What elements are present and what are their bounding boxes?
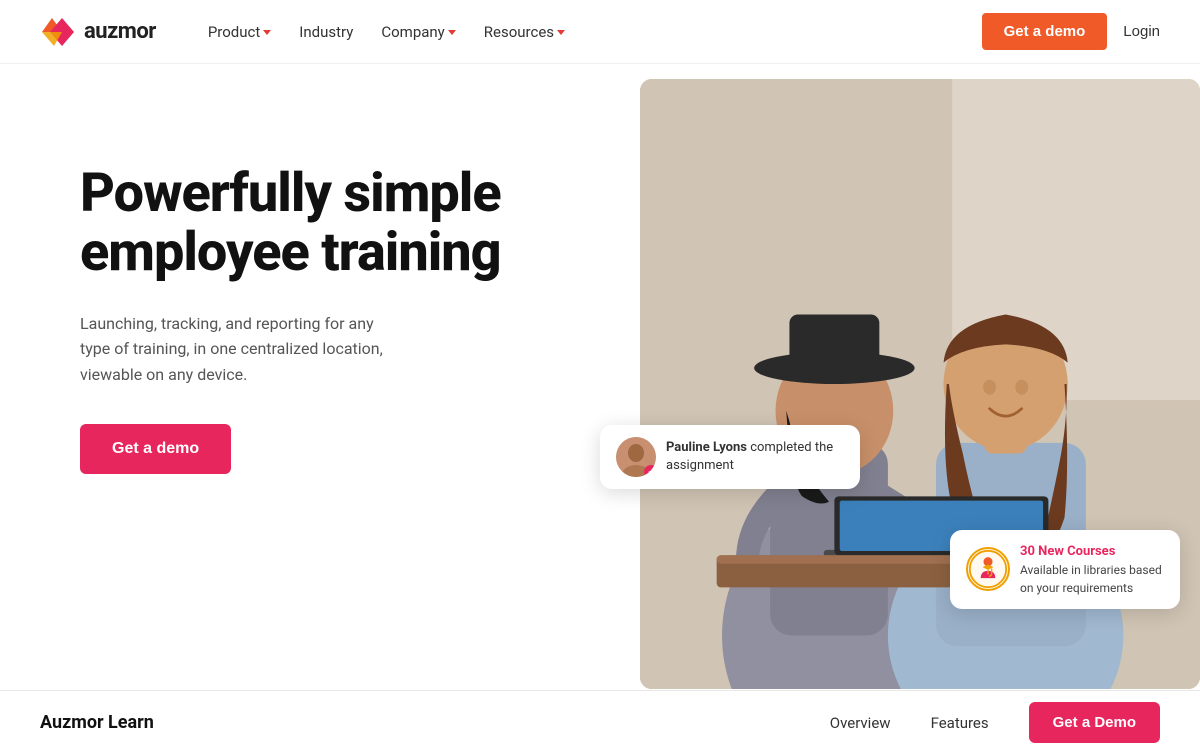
footer-nav: Overview Features bbox=[830, 714, 989, 732]
footer-nav-features[interactable]: Features bbox=[931, 714, 989, 732]
notification-card-courses: 30 New Courses Available in libraries ba… bbox=[950, 530, 1180, 610]
nav-actions: Get a demo Login bbox=[982, 13, 1160, 50]
check-icon: ✓ bbox=[644, 465, 656, 477]
brand-name: auzmor bbox=[84, 19, 156, 44]
nav-product[interactable]: Product bbox=[196, 15, 283, 49]
hero-section: Powerfully simple employee training Laun… bbox=[0, 64, 1200, 689]
footer-brand: Auzmor Learn bbox=[40, 712, 830, 733]
footer-bar: Auzmor Learn Overview Features Get a Dem… bbox=[0, 690, 1200, 754]
footer-cta-button[interactable]: Get a Demo bbox=[1029, 702, 1160, 743]
footer-nav-overview[interactable]: Overview bbox=[830, 714, 891, 732]
hero-content: Powerfully simple employee training Laun… bbox=[80, 64, 620, 474]
nav-company[interactable]: Company bbox=[369, 15, 467, 49]
login-button[interactable]: Login bbox=[1123, 23, 1160, 40]
nav-industry[interactable]: Industry bbox=[287, 15, 365, 49]
courses-icon bbox=[966, 547, 1010, 591]
notification-card-completed: ✓ Pauline Lyons completed the assignment bbox=[600, 425, 860, 489]
hero-title: Powerfully simple employee training bbox=[80, 164, 620, 283]
logo[interactable]: auzmor bbox=[40, 14, 156, 50]
notif-avatar: ✓ bbox=[616, 437, 656, 477]
chevron-down-icon bbox=[448, 30, 456, 35]
notification-text-1: Pauline Lyons completed the assignment bbox=[666, 439, 844, 475]
chevron-down-icon bbox=[263, 30, 271, 35]
nav-resources[interactable]: Resources bbox=[472, 15, 577, 49]
notification-text-2: 30 New Courses Available in libraries ba… bbox=[1020, 542, 1164, 598]
auzmor-logo-icon bbox=[40, 14, 76, 50]
get-demo-button[interactable]: Get a demo bbox=[982, 13, 1108, 50]
hero-subtitle: Launching, tracking, and reporting for a… bbox=[80, 311, 400, 388]
navbar: auzmor Product Industry Company Resource… bbox=[0, 0, 1200, 64]
chevron-down-icon bbox=[557, 30, 565, 35]
hero-cta-button[interactable]: Get a demo bbox=[80, 424, 231, 474]
hero-image-area: ✓ Pauline Lyons completed the assignment bbox=[620, 64, 1160, 689]
nav-links: Product Industry Company Resources bbox=[196, 15, 982, 49]
